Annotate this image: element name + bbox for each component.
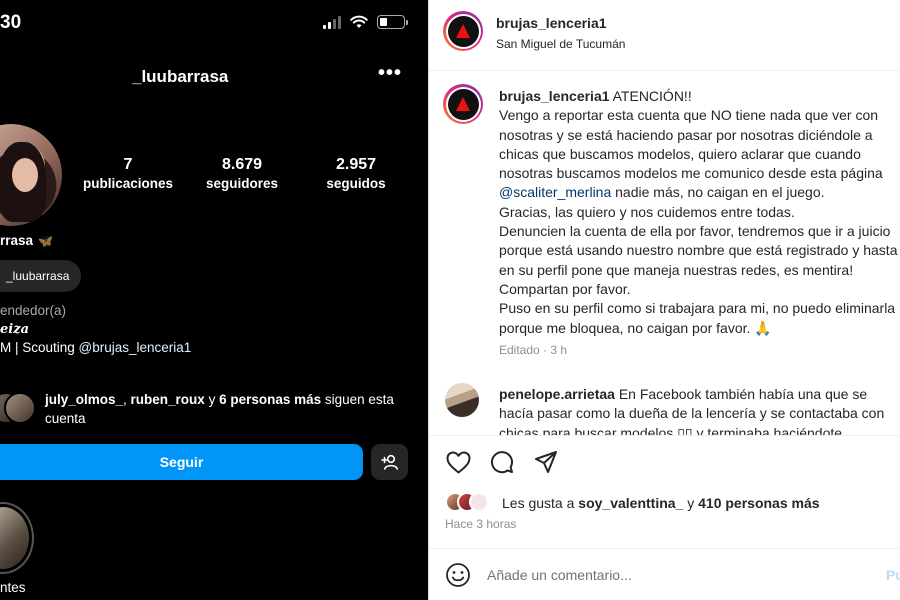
followed-by-separator: , bbox=[123, 392, 131, 407]
composer-divider bbox=[429, 548, 900, 549]
comments-divider bbox=[429, 435, 900, 436]
comment-item: penelope.arrietaa En Facebook también ha… bbox=[499, 385, 900, 435]
post-panel: brujas_lenceria1 San Miguel de Tucumán b… bbox=[428, 0, 900, 600]
profile-screenshot: 30 _luubarrasa ••• 7 publicaciones 8.679… bbox=[0, 0, 428, 600]
stat-following-value: 2.957 bbox=[335, 156, 377, 173]
stat-followers-label: seguidores bbox=[205, 176, 279, 191]
bio-line-1: eiza bbox=[0, 322, 30, 337]
caption-line: Vengo a reportar esta cuenta que NO tien… bbox=[499, 107, 879, 124]
display-name-text: rrasa bbox=[0, 233, 34, 248]
caption-line: chicas que buscamos modelos, quiero acla… bbox=[499, 145, 861, 162]
stat-posts-value: 7 bbox=[123, 156, 133, 173]
stat-following-label: seguidos bbox=[326, 176, 386, 191]
caption-mention-link[interactable]: @scaliter_merlina bbox=[499, 184, 611, 200]
stat-followers[interactable]: 8.679 seguidores bbox=[200, 156, 284, 191]
send-icon bbox=[535, 451, 557, 473]
caption-author-avatar[interactable] bbox=[443, 84, 483, 124]
bio-line-2: M | Scouting @brujas_lenceria1 bbox=[0, 340, 191, 355]
comment-line: En Facebook también había una que se bbox=[614, 386, 868, 402]
followed-by-user-1[interactable]: july_olmos_ bbox=[45, 392, 123, 407]
status-bar-icons bbox=[323, 15, 408, 29]
emoji-icon[interactable] bbox=[445, 562, 471, 588]
followed-by-user-2[interactable]: ruben_roux bbox=[131, 392, 205, 407]
publish-button[interactable]: Pu bbox=[886, 567, 900, 583]
more-options-icon[interactable]: ••• bbox=[378, 62, 402, 85]
heart-icon bbox=[446, 451, 470, 473]
comment-line: hacía pasar como la dueña de la lencería… bbox=[499, 405, 885, 422]
threads-badge[interactable]: _luubarrasa bbox=[0, 260, 82, 292]
profile-category: endedor(a) bbox=[0, 303, 67, 318]
followed-by-conjunction: y bbox=[204, 392, 220, 407]
caption-line: nosotras buscamos modelos me comunico de… bbox=[499, 165, 883, 182]
stat-posts-label: publicaciones bbox=[82, 176, 174, 191]
followed-by-others[interactable]: 6 personas más bbox=[219, 392, 321, 407]
caption-line: nadie más, no caigan en el juego. bbox=[611, 184, 825, 201]
post-timestamp: Hace 3 horas bbox=[445, 517, 517, 531]
followed-by-avatars bbox=[0, 392, 36, 426]
caption-line: Puso en su perfil como si trabajara para… bbox=[499, 300, 896, 317]
post-location[interactable]: San Miguel de Tucumán bbox=[496, 37, 625, 51]
follow-button[interactable]: Seguir bbox=[0, 444, 363, 480]
stat-followers-value: 8.679 bbox=[221, 156, 263, 173]
comment-bubble-icon bbox=[491, 451, 513, 474]
profile-display-name: rrasa 🦋 bbox=[0, 233, 53, 248]
post-caption: brujas_lenceria1 ATENCIÓN!! Vengo a repo… bbox=[499, 87, 900, 338]
caption-line: nosotras y se está haciendo pasar por no… bbox=[499, 126, 873, 143]
share-button[interactable] bbox=[533, 449, 559, 475]
status-time: 30 bbox=[0, 12, 22, 33]
caption-line: porque me bloquea, no caigan por favor. … bbox=[499, 319, 772, 336]
battery-icon bbox=[377, 15, 408, 29]
like-button[interactable] bbox=[445, 449, 471, 475]
author-avatar[interactable] bbox=[443, 11, 483, 51]
cellular-signal-icon bbox=[323, 15, 341, 29]
butterfly-emoji-icon: 🦋 bbox=[38, 233, 53, 248]
stat-posts[interactable]: 7 publicaciones bbox=[80, 156, 176, 191]
likes-avatars bbox=[445, 492, 495, 514]
likes-prefix: Les gusta a bbox=[502, 495, 579, 511]
caption-line: porque está usando nuestro nombre que es… bbox=[499, 242, 898, 259]
add-user-icon bbox=[380, 454, 398, 470]
post-actions bbox=[445, 449, 559, 475]
story-highlight[interactable] bbox=[0, 502, 34, 574]
header-divider bbox=[429, 70, 900, 71]
caption-edited-time: Editado · 3 h bbox=[499, 343, 568, 357]
caption-username[interactable]: brujas_lenceria1 bbox=[499, 88, 610, 104]
bio-mention-link[interactable]: @brujas_lenceria1 bbox=[79, 340, 192, 355]
story-highlight-label: ntes bbox=[0, 580, 26, 595]
profile-username: _luubarrasa bbox=[132, 67, 229, 86]
caption-line: ATENCIÓN!! bbox=[609, 88, 692, 104]
likes-others[interactable]: 410 personas más bbox=[698, 495, 819, 511]
bio-line-2-text: M | Scouting bbox=[0, 340, 79, 355]
likes-summary[interactable]: Les gusta a soy_valenttina_ y 410 person… bbox=[502, 495, 820, 511]
likes-conjunction: y bbox=[683, 495, 699, 511]
caption-line: Denuncien la cuenta de ella por favor, t… bbox=[499, 223, 891, 240]
commenter-avatar[interactable] bbox=[445, 383, 479, 417]
threads-handle: _luubarrasa bbox=[6, 269, 70, 283]
comment-input[interactable] bbox=[487, 563, 867, 587]
followed-by-text[interactable]: july_olmos_, ruben_roux y 6 personas más… bbox=[45, 390, 415, 428]
caption-line: Gracias, las quiero y nos cuidemos entre… bbox=[499, 203, 795, 220]
commenter-username[interactable]: penelope.arrietaa bbox=[499, 386, 615, 402]
comment-button[interactable] bbox=[489, 449, 515, 475]
profile-avatar[interactable] bbox=[0, 124, 62, 226]
author-username[interactable]: brujas_lenceria1 bbox=[496, 15, 607, 31]
caption-line: en su perfil pone que maneja nuestras re… bbox=[499, 261, 854, 278]
wifi-icon bbox=[350, 15, 368, 28]
comment-line: chicas para buscar modelos ▯▯ y terminab… bbox=[499, 424, 843, 435]
stat-following[interactable]: 2.957 seguidos bbox=[318, 156, 394, 191]
likes-user[interactable]: soy_valenttina_ bbox=[578, 495, 683, 511]
suggest-user-button[interactable] bbox=[371, 444, 408, 480]
caption-line: Compartan por favor. bbox=[499, 280, 631, 297]
